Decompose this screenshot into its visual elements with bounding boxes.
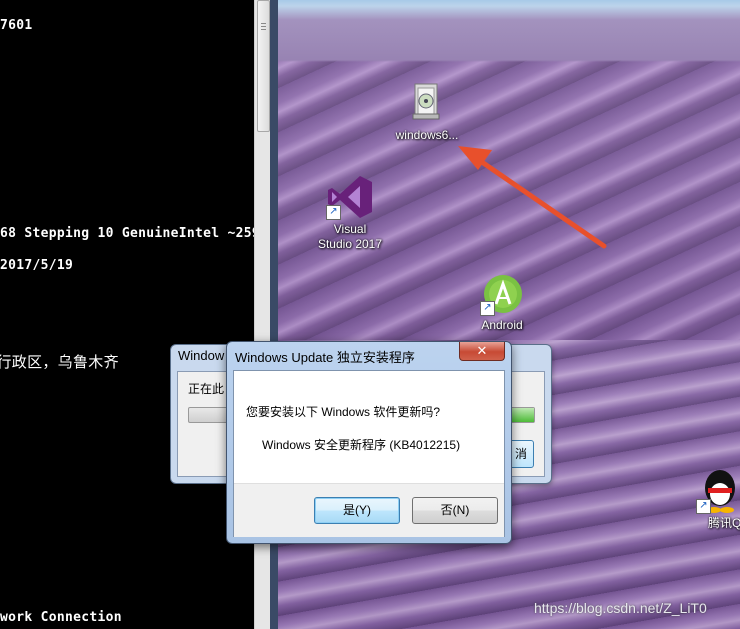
visual-studio-icon: ↗ xyxy=(326,174,374,220)
desktop-icon-installer[interactable]: windows6... xyxy=(382,80,472,143)
shortcut-arrow-icon: ↗ xyxy=(480,301,495,316)
console-window: 7601 68 Stepping 10 GenuineIntel ~259 20… xyxy=(0,0,254,629)
scrollbar-thumb[interactable] xyxy=(257,0,270,132)
console-line: 2017/5/19 xyxy=(0,258,74,273)
console-line: 68 Stepping 10 GenuineIntel ~259 xyxy=(0,226,254,241)
desktop-icon-label: windows6... xyxy=(395,128,459,142)
desktop-icon-android-studio[interactable]: ↗ Android xyxy=(457,272,547,333)
window-title: Window xyxy=(178,348,225,363)
close-button[interactable]: ✕ xyxy=(459,342,505,361)
android-studio-icon: ↗ xyxy=(480,272,524,316)
no-button[interactable]: 否(N) xyxy=(412,497,498,524)
desktop-icon-label: Android xyxy=(481,318,523,332)
dialog-title: Windows Update 独立安装程序 xyxy=(235,350,415,365)
install-question: 您要安装以下 Windows 软件更新吗? xyxy=(246,405,441,419)
update-name: Windows 安全更新程序 (KB4012215) xyxy=(262,438,461,452)
console-line: 7601 xyxy=(0,18,33,33)
close-icon: ✕ xyxy=(476,343,488,358)
qq-penguin-icon: ↗ xyxy=(696,468,738,514)
windows-update-dialog: Windows Update 独立安装程序 ✕ 您要安装以下 Windows 软… xyxy=(226,341,512,544)
desktop-icon-label: Visual Studio 2017 xyxy=(317,222,383,251)
dialog-content: 您要安装以下 Windows 软件更新吗? Windows 安全更新程序 (KB… xyxy=(233,370,505,537)
shortcut-arrow-icon: ↗ xyxy=(696,499,711,514)
watermark-text: https://blog.csdn.net/Z_LiT0 xyxy=(534,600,707,616)
desktop-icon-qq[interactable]: ↗ 腾讯Q xyxy=(678,468,740,531)
progress-bar-fill xyxy=(509,408,534,422)
shortcut-arrow-icon: ↗ xyxy=(326,205,341,220)
desktop-icon-visual-studio[interactable]: ↗ Visual Studio 2017 xyxy=(305,174,395,252)
installer-package-icon xyxy=(407,80,447,126)
console-line: l行政区，乌鲁木齐 xyxy=(0,353,119,371)
desktop-icon-label: 腾讯Q xyxy=(708,516,740,530)
console-line: work Connection xyxy=(0,610,122,625)
progress-status-text: 正在此 xyxy=(188,382,225,396)
yes-button[interactable]: 是(Y) xyxy=(314,497,400,524)
dialog-button-bar: 是(Y) 否(N) xyxy=(234,483,504,537)
